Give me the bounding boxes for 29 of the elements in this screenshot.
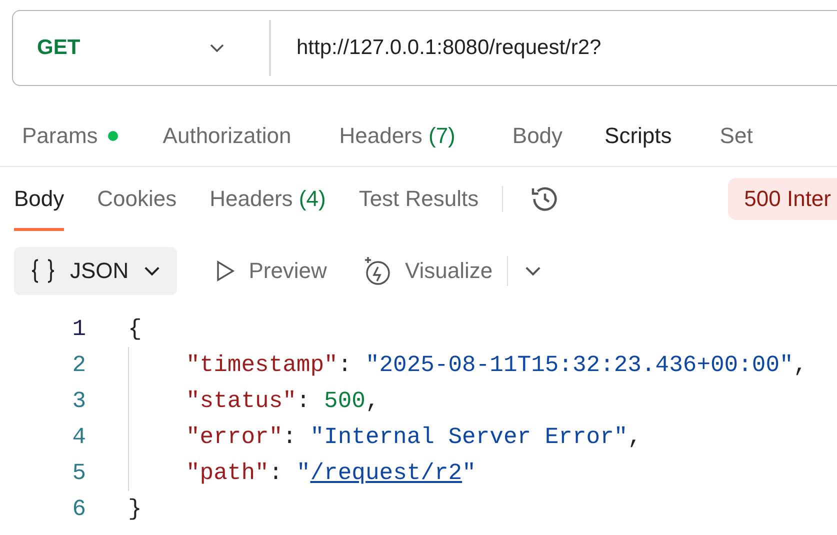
request-tab[interactable]: Body bbox=[512, 123, 563, 149]
url-field[interactable]: http://127.0.0.1:8080/request/r2? bbox=[292, 36, 837, 60]
response-tab[interactable]: Body bbox=[14, 167, 64, 231]
response-tab[interactable]: Headers (4) bbox=[210, 167, 326, 231]
line-number: 2 bbox=[71, 352, 86, 378]
response-tab[interactable]: Test Results bbox=[358, 167, 479, 231]
status-badge: 500 Inter bbox=[728, 178, 837, 220]
line-number: 5 bbox=[71, 460, 86, 486]
line-number: 6 bbox=[71, 496, 86, 522]
path-link[interactable]: /request/r2 bbox=[310, 460, 462, 486]
line-number: 4 bbox=[71, 424, 86, 450]
format-dropdown[interactable]: JSON bbox=[14, 247, 177, 295]
request-tab[interactable]: Set bbox=[720, 123, 753, 149]
response-tab[interactable]: Cookies bbox=[97, 167, 177, 231]
code-line: "path": "/request/r2" bbox=[186, 460, 476, 486]
request-tab[interactable]: Headers (7) bbox=[339, 123, 456, 149]
code-line: "status": 500, bbox=[186, 388, 380, 414]
request-tab[interactable]: Authorization bbox=[162, 123, 292, 149]
line-number: 3 bbox=[71, 388, 86, 414]
request-tab[interactable]: Params bbox=[22, 123, 118, 149]
preview-button[interactable]: Preview bbox=[212, 258, 327, 284]
code-line: "timestamp": "2025-08-11T15:32:23.436+00:00", bbox=[186, 352, 808, 378]
code-line: } bbox=[128, 496, 142, 522]
code-line: "error": "Internal Server Error", bbox=[186, 424, 642, 450]
visualize-button[interactable]: Visualize bbox=[360, 255, 493, 287]
method-select[interactable]: GET bbox=[13, 11, 247, 85]
line-number: 1 bbox=[71, 316, 86, 342]
request-tab[interactable]: Scripts bbox=[604, 123, 672, 149]
code-line: { bbox=[128, 316, 142, 342]
